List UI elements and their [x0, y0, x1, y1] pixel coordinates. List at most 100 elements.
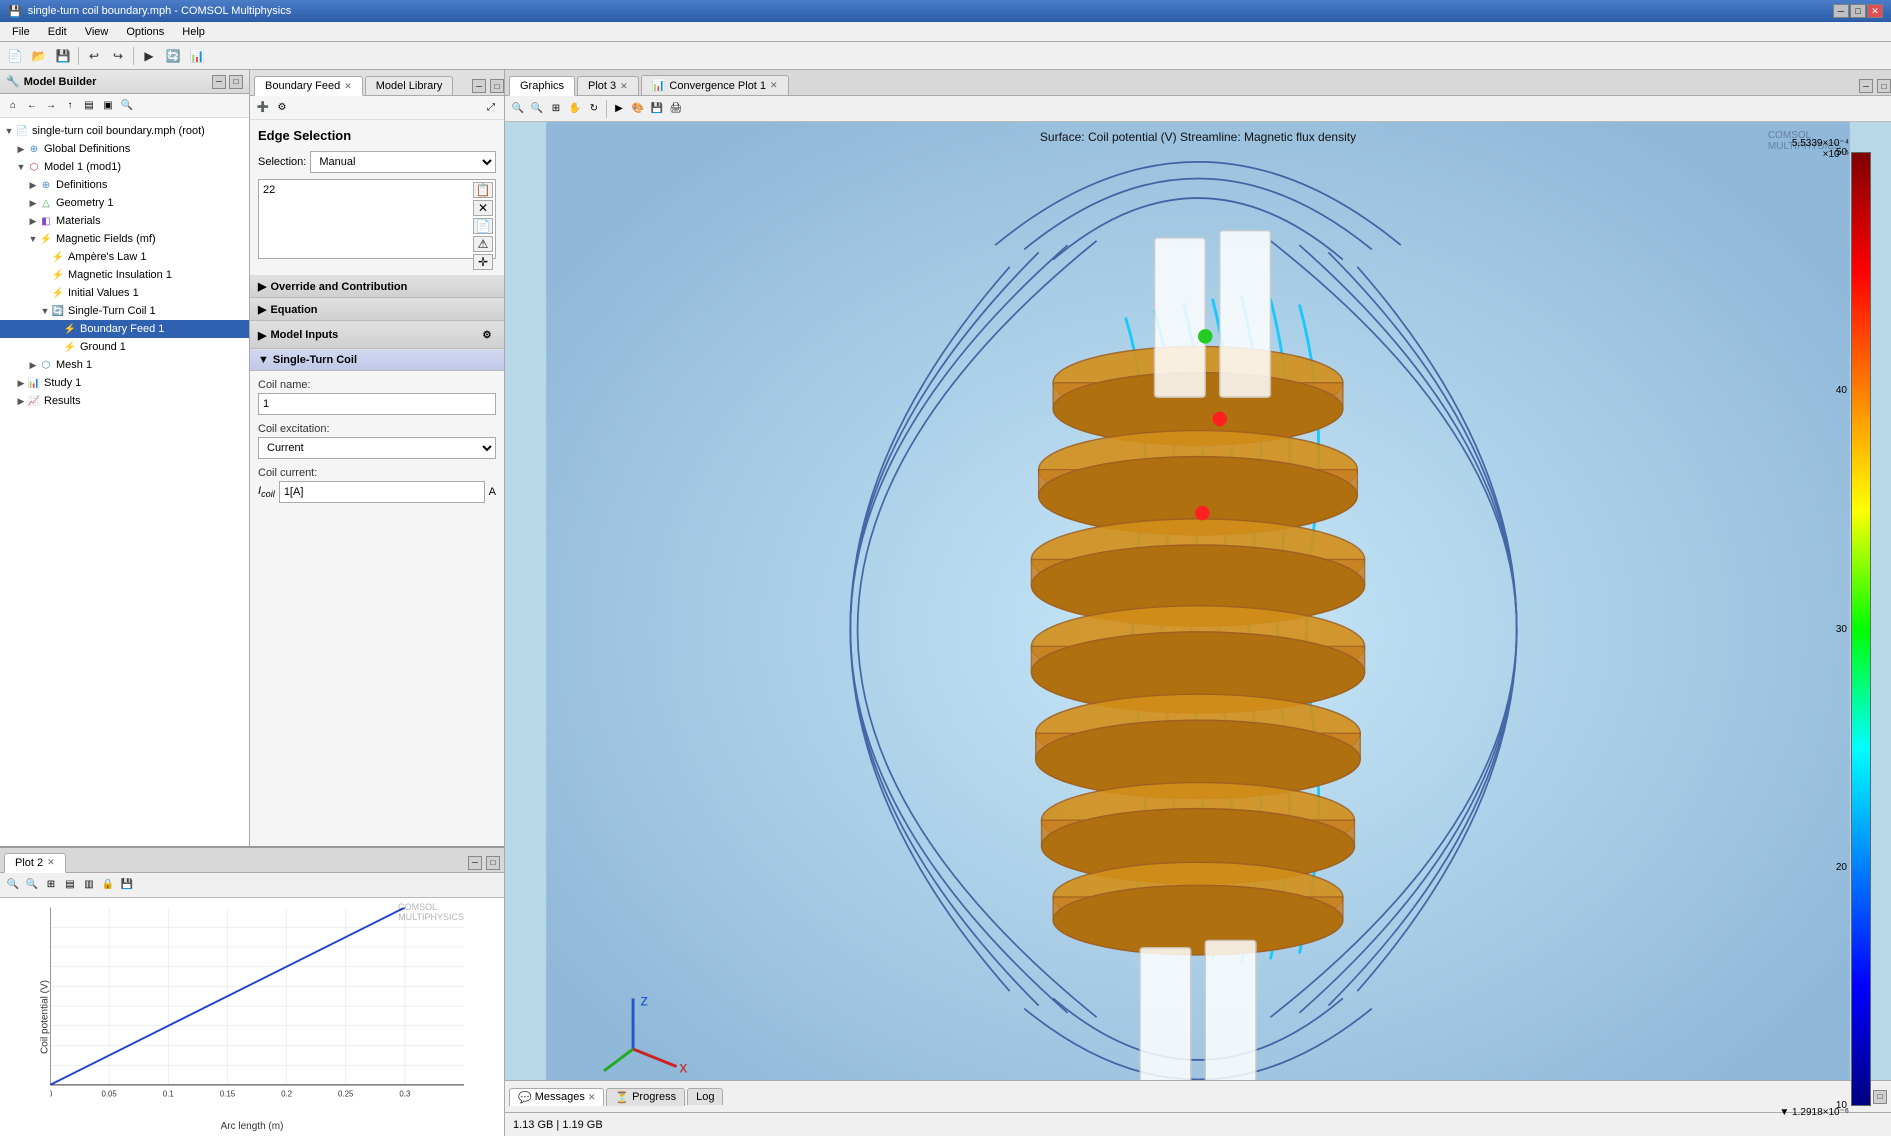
- settings-expand-btn[interactable]: ⤢: [482, 99, 500, 117]
- p2-export[interactable]: 💾: [118, 876, 136, 894]
- tree-results[interactable]: ▶ 📈 Results: [0, 392, 249, 410]
- close-button[interactable]: ✕: [1867, 4, 1883, 18]
- coil-current-input[interactable]: [279, 481, 485, 503]
- tab-plot3[interactable]: Plot 3 ✕: [577, 76, 639, 95]
- settings-minimize[interactable]: ─: [472, 79, 486, 93]
- zoom-in-btn[interactable]: 🔍: [528, 100, 546, 118]
- menu-options[interactable]: Options: [118, 24, 172, 40]
- graphics-maximize[interactable]: □: [1877, 79, 1891, 93]
- zoom-out-btn[interactable]: 🔍: [509, 100, 527, 118]
- p2-zoom-out[interactable]: 🔍: [4, 876, 22, 894]
- tree-ampere[interactable]: ⚡ Ampère's Law 1: [0, 248, 249, 266]
- pan-btn[interactable]: ✋: [566, 100, 584, 118]
- tree-mf[interactable]: ▼ ⚡ Magnetic Fields (mf): [0, 230, 249, 248]
- tab-log[interactable]: Log: [687, 1088, 723, 1105]
- tree-collapse-btn[interactable]: ▣: [99, 97, 117, 115]
- messages-close[interactable]: ✕: [588, 1092, 596, 1103]
- tree-up-btn[interactable]: ↑: [61, 97, 79, 115]
- print-btn[interactable]: 🖨: [667, 100, 685, 118]
- colorbar-label-40: 40: [1836, 385, 1847, 396]
- tree-root[interactable]: ▼ 📄 single-turn coil boundary.mph (root): [0, 122, 249, 140]
- tree-magnetic-ins[interactable]: ⚡ Magnetic Insulation 1: [0, 266, 249, 284]
- model-inputs-section-header[interactable]: ▶ Model Inputs ⚙: [250, 321, 504, 349]
- rotate-btn[interactable]: ↻: [585, 100, 603, 118]
- plot-button[interactable]: 📊: [186, 45, 208, 67]
- open-button[interactable]: 📂: [28, 45, 50, 67]
- plot2-maximize[interactable]: □: [486, 856, 500, 870]
- tab-plot2[interactable]: Plot 2 ✕: [4, 853, 66, 873]
- menu-edit[interactable]: Edit: [40, 24, 75, 40]
- override-section-header[interactable]: ▶ Override and Contribution: [250, 275, 504, 298]
- model-inputs-settings-btn[interactable]: ⚙: [478, 326, 496, 344]
- menu-view[interactable]: View: [77, 24, 117, 40]
- coil-excitation-select[interactable]: Current: [258, 437, 496, 459]
- plot-update-btn[interactable]: ▶: [610, 100, 628, 118]
- tree-initial-values[interactable]: ⚡ Initial Values 1: [0, 284, 249, 302]
- model-builder-maximize[interactable]: □: [229, 75, 243, 89]
- export-btn[interactable]: 💾: [648, 100, 666, 118]
- edge-remove-btn[interactable]: ✕: [473, 200, 493, 216]
- update-button[interactable]: 🔄: [162, 45, 184, 67]
- p2-col-view[interactable]: ▤: [61, 876, 79, 894]
- tab-plot3-close[interactable]: ✕: [620, 81, 628, 92]
- tree-expand-btn[interactable]: ▤: [80, 97, 98, 115]
- save-button[interactable]: 💾: [52, 45, 74, 67]
- p2-extents[interactable]: ⊞: [42, 876, 60, 894]
- tab-progress[interactable]: ⏳ Progress: [606, 1088, 685, 1106]
- tree-definitions[interactable]: ▶ ⊕ Definitions: [0, 176, 249, 194]
- tree-expand-mat: ▶: [28, 216, 38, 226]
- minimize-button[interactable]: ─: [1833, 4, 1849, 18]
- tree-boundary-feed[interactable]: ⚡ Boundary Feed 1: [0, 320, 249, 338]
- menu-file[interactable]: File: [4, 24, 38, 40]
- settings-settings-btn[interactable]: ⚙: [273, 99, 291, 117]
- coil-current-label: Coil current:: [258, 467, 496, 479]
- tab-boundary-feed[interactable]: Boundary Feed ✕: [254, 76, 363, 96]
- equation-section-header[interactable]: ▶ Equation: [250, 298, 504, 321]
- maximize-button[interactable]: □: [1850, 4, 1866, 18]
- settings-maximize[interactable]: □: [490, 79, 504, 93]
- tab-convergence[interactable]: 📊 Convergence Plot 1 ✕: [641, 75, 789, 95]
- tree-model1[interactable]: ▼ ⬡ Model 1 (mod1): [0, 158, 249, 176]
- tree-ground[interactable]: ⚡ Ground 1: [0, 338, 249, 356]
- graphics-area[interactable]: Surface: Coil potential (V) Streamline: …: [505, 122, 1891, 1136]
- p2-lock[interactable]: 🔒: [99, 876, 117, 894]
- selection-dropdown[interactable]: Manual: [310, 151, 496, 173]
- tab-messages[interactable]: 💬 Messages ✕: [509, 1088, 604, 1106]
- tab-model-library[interactable]: Model Library: [365, 76, 454, 95]
- stc-section-header[interactable]: ▼ Single-Turn Coil: [250, 349, 504, 371]
- compute-button[interactable]: ▶: [138, 45, 160, 67]
- coil-name-input[interactable]: [258, 393, 496, 415]
- tree-home-btn[interactable]: ⌂: [4, 97, 22, 115]
- edge-select-btn[interactable]: ✛: [473, 254, 493, 270]
- graphics-minimize[interactable]: ─: [1859, 79, 1873, 93]
- edge-copy-btn[interactable]: 📄: [473, 218, 493, 234]
- messages-maximize[interactable]: □: [1873, 1090, 1887, 1104]
- tree-global-defs[interactable]: ▶ ⊕ Global Definitions: [0, 140, 249, 158]
- tree-geometry1[interactable]: ▶ △ Geometry 1: [0, 194, 249, 212]
- redo-button[interactable]: ↪: [107, 45, 129, 67]
- tree-single-turn[interactable]: ▼ 🔄 Single-Turn Coil 1: [0, 302, 249, 320]
- tree-materials[interactable]: ▶ ◧ Materials: [0, 212, 249, 230]
- tree-filter-btn[interactable]: 🔍: [118, 97, 136, 115]
- settings-add-btn[interactable]: ➕: [254, 99, 272, 117]
- tab-boundary-feed-close[interactable]: ✕: [344, 81, 352, 92]
- tab-plot2-close[interactable]: ✕: [47, 857, 55, 868]
- render-btn[interactable]: 🎨: [629, 100, 647, 118]
- plot2-minimize[interactable]: ─: [468, 856, 482, 870]
- tree-study1[interactable]: ▶ 📊 Study 1: [0, 374, 249, 392]
- p2-zoom-in[interactable]: 🔍: [23, 876, 41, 894]
- tab-graphics[interactable]: Graphics: [509, 76, 575, 96]
- zoom-extents-btn[interactable]: ⊞: [547, 100, 565, 118]
- tree-back-btn[interactable]: ←: [23, 97, 41, 115]
- undo-button[interactable]: ↩: [83, 45, 105, 67]
- model-builder-minimize[interactable]: ─: [212, 75, 226, 89]
- menu-help[interactable]: Help: [174, 24, 213, 40]
- progress-icon: ⏳: [615, 1091, 629, 1104]
- edge-warn-btn[interactable]: ⚠: [473, 236, 493, 252]
- tab-convergence-close[interactable]: ✕: [770, 80, 778, 91]
- edge-add-btn[interactable]: 📋: [473, 182, 493, 198]
- new-button[interactable]: 📄: [4, 45, 26, 67]
- tree-mesh1[interactable]: ▶ ⬡ Mesh 1: [0, 356, 249, 374]
- p2-row-view[interactable]: ▥: [80, 876, 98, 894]
- tree-forward-btn[interactable]: →: [42, 97, 60, 115]
